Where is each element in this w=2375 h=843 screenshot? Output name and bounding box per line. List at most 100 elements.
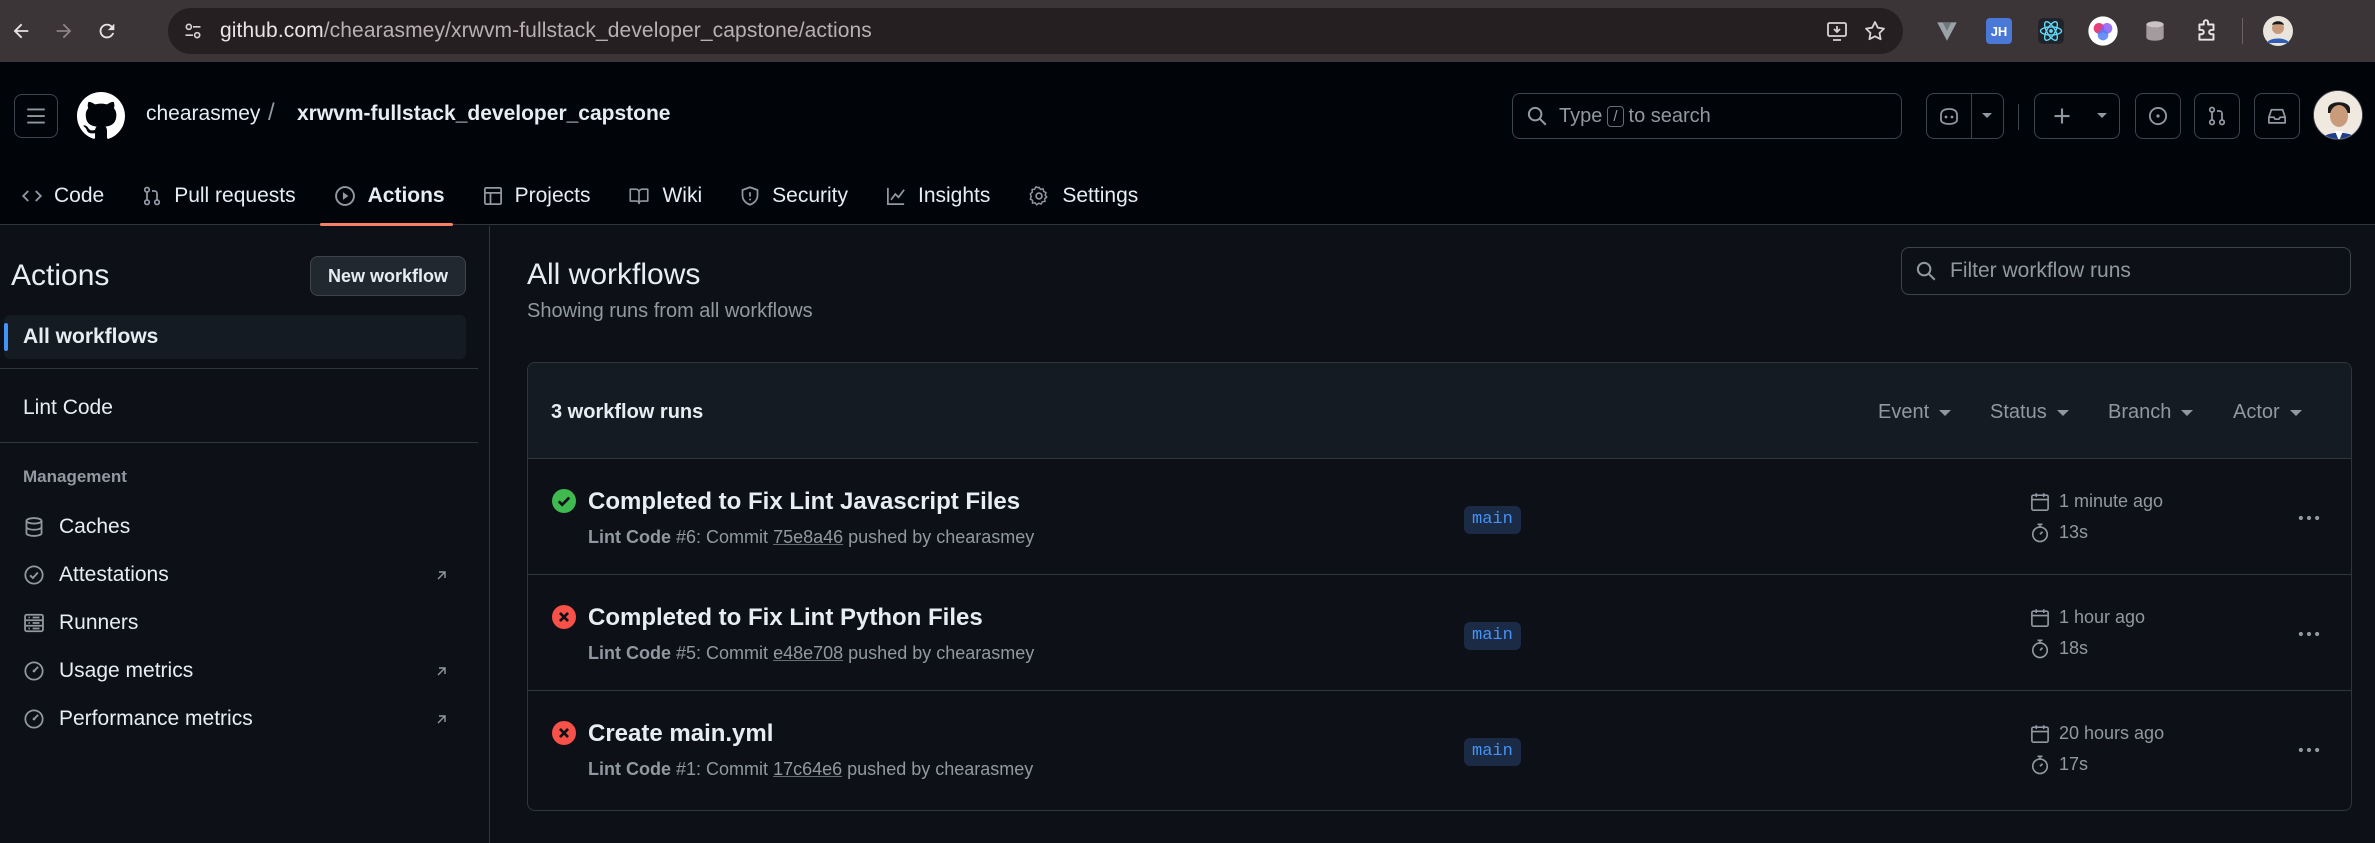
table-icon bbox=[483, 186, 502, 205]
plus-icon bbox=[2054, 108, 2070, 124]
repo-name-link[interactable]: xrwvm-fullstack_developer_capstone bbox=[297, 102, 671, 126]
branch-label[interactable]: main bbox=[1464, 506, 1521, 534]
event-filter-dropdown[interactable]: Event bbox=[1878, 401, 1952, 424]
triangle-down-icon bbox=[2289, 409, 2302, 416]
new-workflow-button[interactable]: New workflow bbox=[310, 256, 466, 296]
shield-icon bbox=[741, 185, 759, 206]
copilot-dropdown[interactable] bbox=[1972, 112, 2003, 120]
create-new-dropdown[interactable] bbox=[2087, 112, 2117, 120]
branch-label[interactable]: main bbox=[1464, 738, 1521, 766]
filter-placeholder: Filter workflow runs bbox=[1950, 259, 2131, 282]
runs-count: 3 workflow runs bbox=[551, 401, 704, 423]
site-info-button[interactable] bbox=[174, 12, 212, 50]
react-devtools-icon[interactable] bbox=[2034, 14, 2068, 48]
sidebar-item-all-workflows[interactable]: All workflows bbox=[4, 315, 466, 359]
jetbrains-extension-icon[interactable]: JH bbox=[1982, 14, 2016, 48]
repo-owner-link[interactable]: chearasmey bbox=[146, 102, 260, 126]
status-filter-dropdown[interactable]: Status bbox=[1990, 401, 2069, 424]
issue-opened-icon bbox=[2148, 106, 2168, 126]
workflow-run-row[interactable]: Completed to Fix Lint Javascript Files L… bbox=[528, 459, 2351, 575]
meter-icon bbox=[24, 709, 44, 729]
pull-requests-button[interactable] bbox=[2194, 93, 2240, 139]
filter-label: Event bbox=[1878, 401, 1930, 423]
tab-label: Projects bbox=[514, 183, 591, 207]
branch-filter-dropdown[interactable]: Branch bbox=[2108, 401, 2194, 424]
bookmark-star-icon[interactable] bbox=[1863, 19, 1887, 43]
git-pull-request-icon bbox=[2208, 106, 2226, 126]
kebab-horizontal-icon[interactable] bbox=[2296, 505, 2322, 531]
copilot-button[interactable] bbox=[1927, 94, 1972, 138]
page-subtitle: Showing runs from all workflows bbox=[527, 300, 813, 322]
profile-avatar[interactable] bbox=[2261, 14, 2295, 48]
tab-projects[interactable]: Projects bbox=[461, 172, 607, 225]
sidebar-item-caches[interactable]: Caches bbox=[23, 515, 130, 539]
page-title: All workflows bbox=[527, 258, 701, 291]
run-number: #5 bbox=[676, 643, 697, 663]
tab-insights[interactable]: Insights bbox=[864, 172, 1006, 225]
workflow-run-row[interactable]: Completed to Fix Lint Python Files Lint … bbox=[528, 575, 2351, 691]
actor-filter-dropdown[interactable]: Actor bbox=[2233, 401, 2302, 424]
commit-sha-link[interactable]: e48e708 bbox=[773, 643, 843, 663]
issues-button[interactable] bbox=[2135, 93, 2181, 139]
triangle-down-icon bbox=[2056, 409, 2069, 416]
run-duration-text: 18s bbox=[2059, 638, 2089, 658]
back-button[interactable] bbox=[2, 12, 40, 50]
tab-security[interactable]: Security bbox=[718, 172, 864, 225]
run-time-text: 1 minute ago bbox=[2059, 491, 2164, 511]
run-workflow-name: Lint Code bbox=[588, 759, 671, 779]
copilot-split-button[interactable] bbox=[1926, 93, 2004, 139]
sidebar-item-attestations[interactable]: Attestations bbox=[23, 563, 169, 587]
sidebar-item-label: Lint Code bbox=[23, 396, 113, 419]
run-title-link[interactable]: Completed to Fix Lint Python Files bbox=[588, 604, 983, 632]
kebab-horizontal-icon[interactable] bbox=[2296, 621, 2322, 647]
sidebar-item-label: Attestations bbox=[59, 563, 169, 586]
run-duration: 18s bbox=[2030, 638, 2088, 659]
forward-button[interactable] bbox=[45, 12, 83, 50]
colorful-extension-icon[interactable] bbox=[2086, 14, 2120, 48]
stopwatch-icon bbox=[2031, 638, 2049, 658]
commit-sha-link[interactable]: 75e8a46 bbox=[773, 527, 843, 547]
branch-label[interactable]: main bbox=[1464, 622, 1521, 650]
puzzle-icon[interactable] bbox=[2190, 14, 2224, 48]
filter-workflow-runs-input[interactable]: Filter workflow runs bbox=[1901, 247, 2351, 295]
run-pushed-by: pushed by chearasmey bbox=[847, 759, 1034, 779]
create-new-split-button[interactable] bbox=[2034, 93, 2120, 139]
filter-label: Actor bbox=[2233, 401, 2280, 423]
inbox-button[interactable] bbox=[2254, 93, 2300, 139]
tab-label: Code bbox=[54, 183, 105, 207]
github-logo-icon[interactable] bbox=[77, 92, 125, 140]
tab-pull-requests[interactable]: Pull requests bbox=[120, 172, 311, 225]
user-avatar[interactable] bbox=[2313, 90, 2363, 140]
sidebar-item-lint-code[interactable]: Lint Code bbox=[23, 396, 113, 420]
link-external-icon bbox=[437, 667, 446, 676]
tab-label: Insights bbox=[918, 183, 991, 207]
tab-actions[interactable]: Actions bbox=[312, 172, 461, 226]
sidebar-item-performance-metrics[interactable]: Performance metrics bbox=[23, 707, 253, 731]
workflow-run-row[interactable]: Create main.yml Lint Code #1: Commit 17c… bbox=[528, 691, 2351, 807]
vee-extension-icon[interactable] bbox=[1930, 14, 1964, 48]
run-title-link[interactable]: Create main.yml bbox=[588, 720, 773, 748]
tab-wiki[interactable]: Wiki bbox=[606, 172, 718, 225]
global-search-input[interactable]: Type / to search bbox=[1512, 93, 1902, 139]
git-pull-request-icon bbox=[144, 186, 161, 205]
database-extension-icon[interactable] bbox=[2138, 14, 2172, 48]
install-app-icon[interactable] bbox=[1825, 19, 1849, 43]
create-new-button[interactable] bbox=[2037, 106, 2087, 126]
address-bar[interactable]: github.com/chearasmey/xrwvm-fullstack_de… bbox=[168, 8, 1903, 54]
run-pushed-by: pushed by chearasmey bbox=[848, 527, 1035, 547]
sidebar-item-runners[interactable]: Runners bbox=[23, 611, 138, 635]
commit-sha-link[interactable]: 17c64e6 bbox=[773, 759, 842, 779]
tab-settings[interactable]: Settings bbox=[1006, 172, 1154, 225]
kebab-horizontal-icon[interactable] bbox=[2296, 737, 2322, 763]
reload-icon bbox=[99, 23, 115, 39]
verified-icon bbox=[24, 565, 44, 585]
arrow-right-icon bbox=[56, 23, 72, 39]
reload-button[interactable] bbox=[88, 12, 126, 50]
link-external-icon bbox=[437, 571, 446, 580]
sidebar-item-usage-metrics[interactable]: Usage metrics bbox=[23, 659, 193, 683]
global-nav-button[interactable] bbox=[14, 94, 58, 138]
run-time-text: 1 hour ago bbox=[2059, 607, 2146, 627]
run-meta: Lint Code #5: Commit e48e708 pushed by c… bbox=[588, 643, 1034, 664]
run-title-link[interactable]: Completed to Fix Lint Javascript Files bbox=[588, 488, 1020, 516]
tab-code[interactable]: Code bbox=[0, 172, 120, 225]
